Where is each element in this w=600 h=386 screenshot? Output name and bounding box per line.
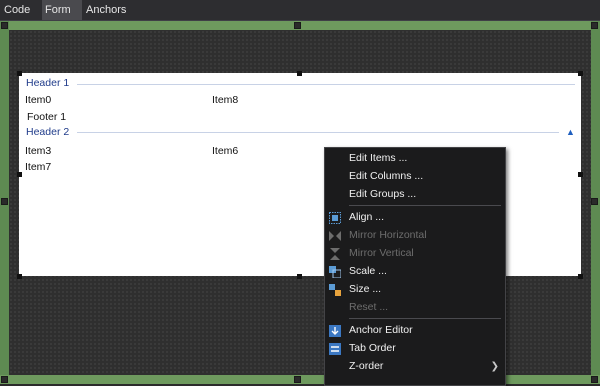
selection-handle[interactable] (578, 274, 583, 279)
submenu-arrow-icon: ❯ (490, 361, 499, 372)
menu-item-edit-groups[interactable]: Edit Groups ... (325, 186, 505, 204)
frame-resize-handle[interactable] (1, 22, 8, 29)
menu-item-label: Mirror Vertical (349, 247, 414, 259)
menu-item-label: Reset ... (349, 301, 389, 313)
context-menu: Edit Items ... Edit Columns ... Edit Gro… (324, 147, 506, 386)
align-icon (329, 212, 341, 224)
menu-item-scale[interactable]: Scale ... (325, 263, 505, 281)
menu-item-edit-columns[interactable]: Edit Columns ... (325, 168, 505, 186)
tab-anchors[interactable]: Anchors (86, 0, 130, 20)
list-item[interactable]: Item8 (212, 94, 238, 106)
selection-handle[interactable] (578, 71, 583, 76)
tab-code-label: Code (4, 4, 31, 16)
designer-tab-strip: Code Form Anchors (0, 0, 600, 21)
tab-form[interactable]: Form (42, 0, 82, 20)
selection-handle[interactable] (17, 71, 22, 76)
selection-handle[interactable] (578, 172, 583, 177)
tab-code[interactable]: Code (4, 0, 38, 20)
menu-item-reset[interactable]: Reset ... (325, 299, 505, 317)
frame-resize-handle[interactable] (294, 22, 301, 29)
frame-resize-handle[interactable] (1, 198, 8, 205)
menu-item-size[interactable]: Size ... (325, 281, 505, 299)
menu-item-label: Edit Groups ... (349, 188, 417, 200)
selection-handle[interactable] (17, 172, 22, 177)
menu-item-align[interactable]: Align ... (325, 209, 505, 227)
menu-item-label: Mirror Horizontal (349, 229, 427, 241)
size-icon (329, 284, 341, 296)
menu-item-mirror-horizontal[interactable]: Mirror Horizontal (325, 227, 505, 245)
group-header[interactable]: Header 1 (26, 77, 69, 89)
frame-resize-handle[interactable] (591, 22, 598, 29)
scale-icon (329, 266, 341, 278)
menu-item-label: Align ... (349, 211, 385, 223)
frame-resize-handle[interactable] (591, 198, 598, 205)
menu-item-label: Tab Order (349, 342, 396, 354)
list-item[interactable]: Item6 (212, 145, 238, 157)
anchor-editor-icon (329, 325, 341, 337)
menu-item-label: Scale ... (349, 265, 387, 277)
group-header[interactable]: Header 2 (26, 126, 69, 138)
menu-separator (349, 318, 501, 319)
group-footer: Footer 1 (27, 111, 67, 123)
selection-handle[interactable] (297, 274, 302, 279)
menu-item-label: Edit Columns ... (349, 170, 424, 182)
group-collapse-icon[interactable]: ▲ (566, 127, 575, 137)
menu-item-label: Z-order (349, 360, 384, 372)
list-item[interactable]: Item0 (25, 94, 51, 106)
menu-separator (349, 205, 501, 206)
menu-item-label: Size ... (349, 283, 382, 295)
selection-handle[interactable] (17, 274, 22, 279)
selection-handle[interactable] (297, 71, 302, 76)
list-item[interactable]: Item7 (25, 161, 51, 173)
mirror-vertical-icon (330, 248, 340, 260)
group-divider (77, 84, 575, 85)
menu-item-anchor-editor[interactable]: Anchor Editor (325, 322, 505, 340)
tab-order-icon (329, 343, 341, 355)
menu-item-label: Edit Items ... (349, 152, 408, 164)
frame-resize-handle[interactable] (1, 376, 8, 383)
menu-item-mirror-vertical[interactable]: Mirror Vertical (325, 245, 505, 263)
tab-anchors-label: Anchors (86, 4, 127, 16)
tab-form-label: Form (45, 4, 71, 16)
mirror-horizontal-icon (329, 231, 341, 241)
menu-item-edit-items[interactable]: Edit Items ... (325, 150, 505, 168)
list-item[interactable]: Item3 (25, 145, 51, 157)
menu-item-label: Anchor Editor (349, 324, 413, 336)
group-divider (77, 132, 559, 133)
frame-resize-handle[interactable] (294, 376, 301, 383)
frame-resize-handle[interactable] (591, 376, 598, 383)
menu-item-tab-order[interactable]: Tab Order (325, 340, 505, 358)
menu-item-z-order[interactable]: Z-order ❯ (325, 358, 505, 376)
